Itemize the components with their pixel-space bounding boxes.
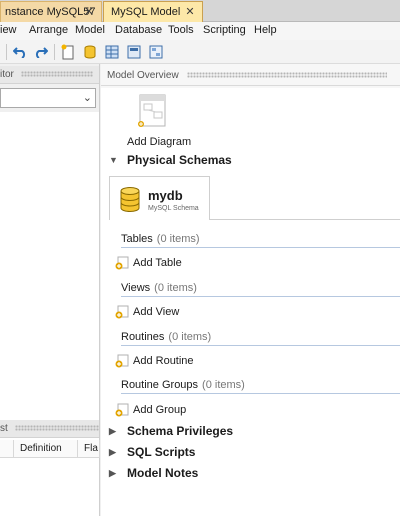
- panel-grip[interactable]: [20, 71, 93, 78]
- undo-button[interactable]: [11, 43, 29, 61]
- expand-triangle-icon[interactable]: ▶: [109, 426, 127, 437]
- physical-schemas-header[interactable]: ▼ Physical Schemas: [109, 151, 232, 169]
- add-diagram-button[interactable]: Add Diagram: [127, 136, 191, 148]
- add-table-label: Add Table: [133, 257, 182, 269]
- model-overview-title: Model Overview: [107, 70, 179, 81]
- database-icon: [120, 187, 140, 212]
- panel-title: st: [0, 420, 99, 438]
- group-name: Tables: [121, 233, 153, 245]
- table-button[interactable]: [103, 43, 121, 61]
- add-icon: [115, 256, 129, 270]
- menu-scripting[interactable]: Scripting: [203, 24, 246, 36]
- group-divider: [121, 345, 400, 346]
- menu-tools[interactable]: Tools: [168, 24, 194, 36]
- group-name: Routines: [121, 331, 165, 343]
- menu-model[interactable]: Model: [75, 24, 105, 36]
- routines-group-label: Routines (0 items): [121, 331, 211, 343]
- menu-help[interactable]: Help: [254, 24, 277, 36]
- close-icon[interactable]: ✕: [184, 6, 196, 18]
- sql-scripts-header[interactable]: ▶ SQL Scripts: [109, 443, 195, 461]
- open-database-button[interactable]: [81, 43, 99, 61]
- add-view-button[interactable]: Add View: [115, 303, 179, 321]
- new-document-icon: [61, 44, 74, 60]
- group-name: Routine Groups: [121, 379, 199, 391]
- add-table-button[interactable]: Add Table: [115, 254, 182, 272]
- group-divider: [121, 247, 400, 248]
- catalog-tree[interactable]: [0, 112, 99, 460]
- tab-label: MySQL Model: [111, 6, 181, 18]
- column-header[interactable]: [0, 440, 14, 458]
- group-count: (0 items): [168, 331, 212, 343]
- add-icon: [115, 354, 129, 368]
- tab-mysql57-connection[interactable]: nstance MySQL57 ✕: [0, 1, 102, 22]
- expand-triangle-icon[interactable]: ▶: [109, 468, 127, 479]
- undo-icon: [13, 47, 26, 58]
- diagram-icon[interactable]: [138, 94, 166, 128]
- column-header-definition[interactable]: Definition: [14, 440, 78, 458]
- toolbar-separator: [54, 44, 55, 60]
- group-divider: [121, 296, 400, 297]
- panel-title: Model Overview: [101, 70, 400, 86]
- group-count: (0 items): [202, 379, 245, 391]
- group-count: (0 items): [156, 233, 200, 245]
- panel-grip[interactable]: [187, 72, 388, 79]
- diagram-icon: [149, 45, 163, 59]
- tab-label: nstance MySQL57: [5, 6, 96, 18]
- add-icon: [115, 403, 129, 417]
- diagram-button[interactable]: [147, 43, 165, 61]
- grid-button[interactable]: [125, 43, 143, 61]
- add-view-label: Add View: [133, 306, 180, 318]
- section-label: Physical Schemas: [127, 153, 232, 167]
- routine-groups-group-label: Routine Groups (0 items): [121, 379, 245, 391]
- tab-mysql-model[interactable]: MySQL Model ✕: [103, 1, 203, 22]
- open-database-icon: [84, 45, 96, 59]
- tables-group-label: Tables (0 items): [121, 233, 200, 245]
- table-icon: [105, 45, 119, 59]
- group-divider: [121, 393, 400, 394]
- new-document-button[interactable]: [59, 43, 77, 61]
- add-group-button[interactable]: Add Group: [115, 401, 186, 419]
- toolbar: [0, 40, 400, 64]
- grid-icon: [127, 45, 141, 59]
- add-group-label: Add Group: [133, 404, 187, 416]
- chevron-down-icon[interactable]: ⌄: [83, 91, 92, 104]
- expand-triangle-icon[interactable]: ▶: [109, 447, 127, 458]
- section-label: SQL Scripts: [127, 445, 196, 459]
- add-routine-label: Add Routine: [133, 355, 194, 367]
- section-label: Schema Privileges: [127, 424, 234, 438]
- menu-bar: iew Arrange Model Database Tools Scripti…: [0, 22, 400, 40]
- panel-title-label: itor: [0, 69, 14, 80]
- catalog-select[interactable]: ⌄: [0, 88, 96, 108]
- menu-database[interactable]: Database: [115, 24, 162, 36]
- left-sidebar: itor ⌄ st Definition Fla: [0, 64, 100, 516]
- document-tab-bar: nstance MySQL57 ✕ MySQL Model ✕: [0, 0, 400, 22]
- panel-grip[interactable]: [14, 425, 99, 432]
- toolbar-separator: [6, 44, 7, 60]
- add-icon: [115, 305, 129, 319]
- collapse-triangle-icon[interactable]: ▼: [109, 155, 127, 165]
- schema-subtitle: MySQL Schema: [148, 205, 199, 212]
- menu-arrange[interactable]: Arrange: [29, 24, 68, 36]
- model-overview-panel: Model Overview Add Diagram ▼ Physical Sc…: [101, 64, 400, 516]
- schema-name: mydb: [148, 188, 183, 203]
- add-routine-button[interactable]: Add Routine: [115, 352, 194, 370]
- views-group-label: Views (0 items): [121, 282, 197, 294]
- group-count: (0 items): [154, 282, 197, 294]
- close-icon[interactable]: ✕: [83, 6, 95, 18]
- redo-button[interactable]: [32, 43, 50, 61]
- model-notes-header[interactable]: ▶ Model Notes: [109, 464, 198, 482]
- group-name: Views: [121, 282, 151, 294]
- divider: [210, 219, 400, 220]
- schema-privileges-header[interactable]: ▶ Schema Privileges: [109, 422, 233, 440]
- panel-title: itor: [0, 66, 99, 84]
- redo-icon: [35, 47, 48, 58]
- panel-title-label: st: [0, 423, 8, 434]
- column-header-flags[interactable]: Fla: [78, 440, 100, 458]
- menu-view[interactable]: iew: [0, 24, 17, 36]
- section-label: Model Notes: [127, 466, 199, 480]
- schema-tab-mydb[interactable]: mydb MySQL Schema: [109, 176, 210, 220]
